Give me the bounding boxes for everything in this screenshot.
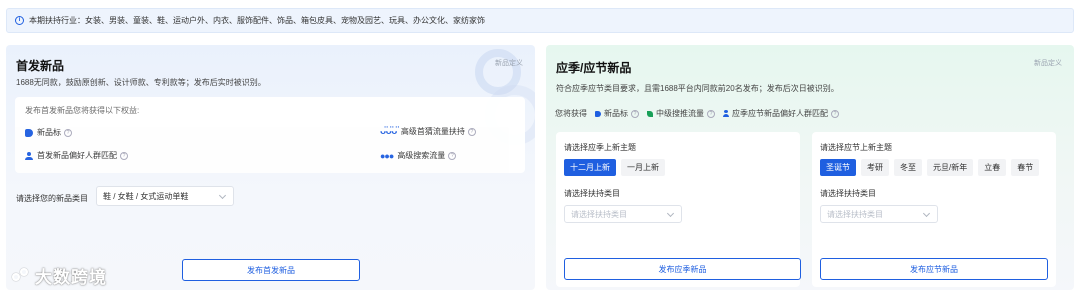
season-release-title: 应季/应节新品: [556, 61, 632, 75]
chip-december[interactable]: 十二月上新: [564, 159, 616, 176]
watermark: 大数跨境: [12, 263, 107, 288]
festival-category-select[interactable]: 请选择扶持类目: [820, 205, 938, 223]
season-release-card: 新品定义 应季/应节新品 符合应季应节类目要求，且需1688平台内同款前20名发…: [546, 45, 1074, 290]
user-icon: [25, 151, 33, 160]
first-release-subtitle: 1688无同款，鼓励原创新、设计师款、专利款等；发布后实时被识别。: [16, 78, 266, 87]
season-theme-label: 请选择应季上新主题: [564, 143, 636, 152]
tag-icon: [25, 128, 33, 137]
help-icon[interactable]: ?: [64, 128, 72, 137]
chevron-down-icon: [922, 209, 931, 218]
benefits-heading: 发布首发新品您将获得以下权益:: [25, 106, 140, 115]
chip-spring-festival[interactable]: 春节: [1011, 159, 1040, 176]
info-icon: i: [15, 16, 24, 25]
benefit-new-tag: 新品标 ?: [25, 127, 72, 138]
publish-festival-button[interactable]: 发布应节新品: [820, 258, 1048, 280]
help-icon[interactable]: ?: [831, 109, 839, 118]
leaf-icon: [647, 110, 653, 117]
festival-theme-panel: 请选择应节上新主题 圣诞节 考研 冬至 元旦/新年 立春 春节 请选择扶持类目 …: [812, 132, 1056, 287]
benefit-crowd-match: 首发新品偏好人群匹配 ?: [25, 150, 128, 161]
category-value: 鞋 / 女鞋 / 女式运动单鞋: [103, 191, 189, 201]
publish-season-button[interactable]: 发布应季新品: [564, 258, 801, 280]
season-release-subtitle: 符合应季应节类目要求，且需1688平台内同款前20名发布；发布后次日被识别。: [556, 84, 839, 93]
chip-january[interactable]: 一月上新: [621, 159, 665, 176]
help-icon[interactable]: ?: [467, 127, 476, 136]
help-icon[interactable]: ?: [120, 151, 128, 160]
season-category-select[interactable]: 请选择扶持类目: [564, 205, 682, 223]
chip-postgrad-exam[interactable]: 考研: [861, 159, 889, 176]
benefit-label: 新品标: [37, 128, 61, 137]
perk-label: 中级搜推流量: [656, 109, 704, 118]
help-icon[interactable]: ?: [448, 151, 457, 160]
benefit-label: 首发新品偏好人群匹配: [37, 151, 117, 160]
benefits-box: 发布首发新品您将获得以下权益: 新品标 ? 首发新品偏好人群匹配 ? ᴗ̈ᴗ̈ᴗ…: [15, 97, 525, 173]
tag-icon: [595, 110, 601, 117]
category-placeholder: 请选择扶持类目: [571, 209, 627, 219]
benefit-search-traffic: ●●● 高级搜索流量 ?: [380, 150, 457, 161]
chip-new-year[interactable]: 元旦/新年: [927, 159, 974, 176]
season-release-definition-link[interactable]: 新品定义: [1034, 58, 1062, 68]
first-release-card: 首发新品 1688无同款，鼓励原创新、设计师款、专利款等；发布后实时被识别。 新…: [6, 45, 535, 290]
chevron-down-icon: [666, 209, 675, 218]
category-select[interactable]: 鞋 / 女鞋 / 女式运动单鞋: [96, 186, 234, 206]
benefit-label: 高级首猜流量扶持: [400, 127, 465, 136]
perk-label: 应季应节新品偏好人群匹配: [732, 109, 828, 118]
first-release-definition-link[interactable]: 新品定义: [495, 58, 523, 68]
user-icon: [723, 110, 729, 117]
benefit-label: 高级搜索流量: [397, 151, 446, 160]
festival-category-label: 请选择扶持类目: [820, 189, 876, 198]
category-placeholder: 请选择扶持类目: [827, 209, 883, 219]
perk-label: 新品标: [604, 109, 628, 118]
chevron-down-icon: [218, 191, 227, 200]
festival-theme-label: 请选择应节上新主题: [820, 143, 892, 152]
group-icon: ᴗ̈ᴗ̈ᴗ̈: [380, 126, 397, 137]
perks-prefix: 您将获得: [555, 109, 587, 118]
chip-christmas[interactable]: 圣诞节: [820, 159, 856, 176]
perks-row: 您将获得 新品标 ? 中级搜推流量 ? 应季应节新品偏好人群匹配 ?: [555, 108, 839, 119]
drops-icon: ●●●: [380, 150, 394, 161]
watermark-logo-icon: [12, 267, 32, 284]
season-theme-panel: 请选择应季上新主题 十二月上新 一月上新 请选择扶持类目 请选择扶持类目 发布应…: [556, 132, 801, 287]
help-icon[interactable]: ?: [631, 109, 639, 118]
chip-start-of-spring[interactable]: 立春: [978, 159, 1007, 176]
notice-text: 本期扶持行业：女装、男装、童装、鞋、运动户外、内衣、服饰配件、饰品、箱包皮具、宠…: [29, 16, 485, 25]
first-release-title: 首发新品: [16, 59, 65, 73]
publish-first-release-button[interactable]: 发布首发新品: [182, 259, 360, 281]
season-theme-chips: 十二月上新 一月上新: [564, 159, 665, 176]
category-label: 请选择您的新品类目: [16, 194, 88, 203]
help-icon[interactable]: ?: [707, 109, 715, 118]
season-category-label: 请选择扶持类目: [564, 189, 620, 198]
watermark-text: 大数跨境: [35, 268, 107, 287]
supported-industries-notice: i 本期扶持行业：女装、男装、童装、鞋、运动户外、内衣、服饰配件、饰品、箱包皮具…: [6, 8, 1074, 33]
benefit-recommend-traffic: ᴗ̈ᴗ̈ᴗ̈ 高级首猜流量扶持 ?: [380, 126, 476, 137]
chip-winter-solstice[interactable]: 冬至: [894, 159, 922, 176]
festival-theme-chips: 圣诞节 考研 冬至 元旦/新年 立春 春节: [820, 159, 1040, 176]
